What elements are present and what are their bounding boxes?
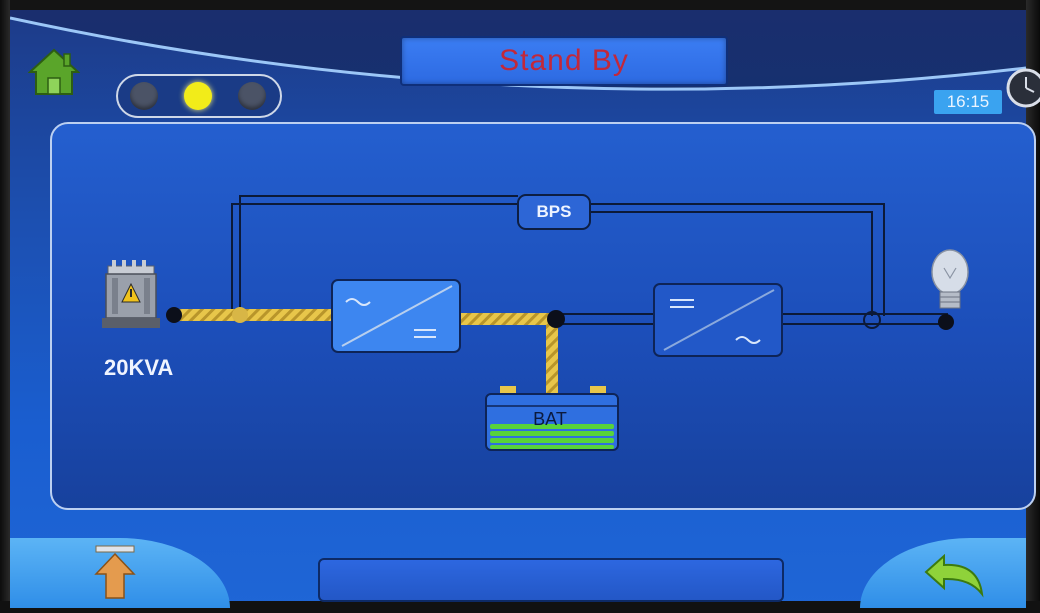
footer-message-bar xyxy=(318,558,784,602)
bypass-label: BPS xyxy=(517,194,591,230)
rectifier-icon xyxy=(331,279,461,353)
rectifier-output-path-active xyxy=(460,313,552,325)
bypass-input-junction xyxy=(232,307,248,323)
battery-label: BAT xyxy=(533,409,567,429)
battery-path-active xyxy=(546,322,558,402)
power-flow-diagram xyxy=(102,195,969,451)
dc-bus-node xyxy=(547,310,565,328)
return-arrow-icon xyxy=(924,553,984,598)
input-path-active xyxy=(176,309,332,321)
ups-screen: Stand By 16:15 BPS BAT 20KVA xyxy=(0,0,1040,613)
arrow-up-icon xyxy=(94,545,136,599)
inverter-icon xyxy=(653,283,783,357)
input-node xyxy=(166,307,182,323)
source-rating-label: 20KVA xyxy=(104,355,174,380)
load-node xyxy=(938,314,954,330)
light-bulb-icon xyxy=(931,249,969,309)
back-button[interactable] xyxy=(922,553,988,600)
transformer-icon xyxy=(102,260,160,328)
page-up-button[interactable] xyxy=(92,544,138,600)
